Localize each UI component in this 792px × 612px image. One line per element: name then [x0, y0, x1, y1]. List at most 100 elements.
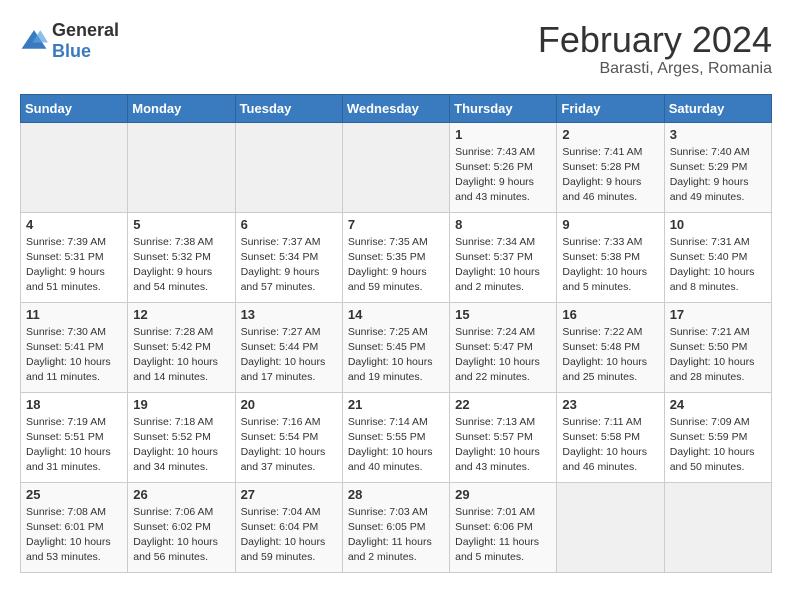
day-info: Sunrise: 7:40 AMSunset: 5:29 PMDaylight:… [670, 145, 766, 206]
calendar-cell [21, 122, 128, 212]
day-info: Sunrise: 7:37 AMSunset: 5:34 PMDaylight:… [241, 235, 337, 296]
weekday-header-saturday: Saturday [664, 94, 771, 122]
day-number: 7 [348, 217, 444, 232]
title-block: February 2024 Barasti, Arges, Romania [538, 20, 772, 78]
logo: General Blue [20, 20, 119, 62]
calendar-cell: 28 Sunrise: 7:03 AMSunset: 6:05 PMDayligh… [342, 482, 449, 572]
weekday-header-monday: Monday [128, 94, 235, 122]
day-info: Sunrise: 7:14 AMSunset: 5:55 PMDaylight:… [348, 415, 444, 476]
day-info: Sunrise: 7:08 AMSunset: 6:01 PMDaylight:… [26, 505, 122, 566]
weekday-header-friday: Friday [557, 94, 664, 122]
day-info: Sunrise: 7:27 AMSunset: 5:44 PMDaylight:… [241, 325, 337, 386]
day-number: 13 [241, 307, 337, 322]
day-info: Sunrise: 7:30 AMSunset: 5:41 PMDaylight:… [26, 325, 122, 386]
weekday-header-sunday: Sunday [21, 94, 128, 122]
day-number: 10 [670, 217, 766, 232]
day-info: Sunrise: 7:03 AMSunset: 6:05 PMDaylight:… [348, 505, 444, 566]
calendar-cell: 17 Sunrise: 7:21 AMSunset: 5:50 PMDayligh… [664, 302, 771, 392]
day-info: Sunrise: 7:16 AMSunset: 5:54 PMDaylight:… [241, 415, 337, 476]
calendar-cell [342, 122, 449, 212]
day-number: 5 [133, 217, 229, 232]
day-info: Sunrise: 7:01 AMSunset: 6:06 PMDaylight:… [455, 505, 551, 566]
weekday-header-tuesday: Tuesday [235, 94, 342, 122]
day-info: Sunrise: 7:19 AMSunset: 5:51 PMDaylight:… [26, 415, 122, 476]
day-number: 19 [133, 397, 229, 412]
day-info: Sunrise: 7:31 AMSunset: 5:40 PMDaylight:… [670, 235, 766, 296]
day-info: Sunrise: 7:18 AMSunset: 5:52 PMDaylight:… [133, 415, 229, 476]
day-number: 25 [26, 487, 122, 502]
day-info: Sunrise: 7:38 AMSunset: 5:32 PMDaylight:… [133, 235, 229, 296]
day-number: 2 [562, 127, 658, 142]
calendar-cell: 25 Sunrise: 7:08 AMSunset: 6:01 PMDayligh… [21, 482, 128, 572]
calendar-cell: 9 Sunrise: 7:33 AMSunset: 5:38 PMDaylight… [557, 212, 664, 302]
day-number: 21 [348, 397, 444, 412]
day-number: 12 [133, 307, 229, 322]
day-info: Sunrise: 7:28 AMSunset: 5:42 PMDaylight:… [133, 325, 229, 386]
calendar-table: SundayMondayTuesdayWednesdayThursdayFrid… [20, 94, 772, 573]
day-number: 27 [241, 487, 337, 502]
day-number: 22 [455, 397, 551, 412]
logo-text: General Blue [52, 20, 119, 62]
calendar-cell: 27 Sunrise: 7:04 AMSunset: 6:04 PMDayligh… [235, 482, 342, 572]
calendar-cell [557, 482, 664, 572]
calendar-cell: 22 Sunrise: 7:13 AMSunset: 5:57 PMDayligh… [450, 392, 557, 482]
day-info: Sunrise: 7:11 AMSunset: 5:58 PMDaylight:… [562, 415, 658, 476]
calendar-cell: 7 Sunrise: 7:35 AMSunset: 5:35 PMDaylight… [342, 212, 449, 302]
day-info: Sunrise: 7:43 AMSunset: 5:26 PMDaylight:… [455, 145, 551, 206]
day-number: 17 [670, 307, 766, 322]
calendar-cell: 26 Sunrise: 7:06 AMSunset: 6:02 PMDayligh… [128, 482, 235, 572]
calendar-cell: 2 Sunrise: 7:41 AMSunset: 5:28 PMDaylight… [557, 122, 664, 212]
day-info: Sunrise: 7:21 AMSunset: 5:50 PMDaylight:… [670, 325, 766, 386]
day-info: Sunrise: 7:35 AMSunset: 5:35 PMDaylight:… [348, 235, 444, 296]
day-number: 24 [670, 397, 766, 412]
calendar-cell: 14Sunrise: 7:25 AMSunset: 5:45 PMDayligh… [342, 302, 449, 392]
calendar-cell [235, 122, 342, 212]
day-number: 9 [562, 217, 658, 232]
page-header: General Blue February 2024 Barasti, Arge… [20, 20, 772, 78]
calendar-cell: 10 Sunrise: 7:31 AMSunset: 5:40 PMDayligh… [664, 212, 771, 302]
day-number: 15 [455, 307, 551, 322]
day-info: Sunrise: 7:13 AMSunset: 5:57 PMDaylight:… [455, 415, 551, 476]
calendar-cell: 18 Sunrise: 7:19 AMSunset: 5:51 PMDayligh… [21, 392, 128, 482]
day-number: 18 [26, 397, 122, 412]
calendar-cell: 8 Sunrise: 7:34 AMSunset: 5:37 PMDaylight… [450, 212, 557, 302]
day-number: 11 [26, 307, 122, 322]
weekday-header-thursday: Thursday [450, 94, 557, 122]
day-info: Sunrise: 7:09 AMSunset: 5:59 PMDaylight:… [670, 415, 766, 476]
calendar-cell: 29 Sunrise: 7:01 AMSunset: 6:06 PMDayligh… [450, 482, 557, 572]
day-number: 28 [348, 487, 444, 502]
day-info: Sunrise: 7:04 AMSunset: 6:04 PMDaylight:… [241, 505, 337, 566]
calendar-cell: 19 Sunrise: 7:18 AMSunset: 5:52 PMDayligh… [128, 392, 235, 482]
calendar-cell: 3Sunrise: 7:40 AMSunset: 5:29 PMDaylight… [664, 122, 771, 212]
calendar-cell: 5 Sunrise: 7:38 AMSunset: 5:32 PMDaylight… [128, 212, 235, 302]
calendar-cell: 21 Sunrise: 7:14 AMSunset: 5:55 PMDayligh… [342, 392, 449, 482]
calendar-cell [128, 122, 235, 212]
day-info: Sunrise: 7:34 AMSunset: 5:37 PMDaylight:… [455, 235, 551, 296]
calendar-cell: 12 Sunrise: 7:28 AMSunset: 5:42 PMDayligh… [128, 302, 235, 392]
calendar-cell: 6 Sunrise: 7:37 AMSunset: 5:34 PMDaylight… [235, 212, 342, 302]
day-number: 6 [241, 217, 337, 232]
day-number: 4 [26, 217, 122, 232]
location-subtitle: Barasti, Arges, Romania [538, 60, 772, 78]
day-number: 1 [455, 127, 551, 142]
day-info: Sunrise: 7:25 AMSunset: 5:45 PMDaylight:… [348, 325, 444, 386]
calendar-cell: 4Sunrise: 7:39 AMSunset: 5:31 PMDaylight… [21, 212, 128, 302]
weekday-header-wednesday: Wednesday [342, 94, 449, 122]
day-info: Sunrise: 7:24 AMSunset: 5:47 PMDaylight:… [455, 325, 551, 386]
day-number: 23 [562, 397, 658, 412]
day-number: 29 [455, 487, 551, 502]
calendar-cell: 1 Sunrise: 7:43 AMSunset: 5:26 PMDaylight… [450, 122, 557, 212]
calendar-cell: 23 Sunrise: 7:11 AMSunset: 5:58 PMDayligh… [557, 392, 664, 482]
calendar-cell: 13 Sunrise: 7:27 AMSunset: 5:44 PMDayligh… [235, 302, 342, 392]
calendar-cell: 20 Sunrise: 7:16 AMSunset: 5:54 PMDayligh… [235, 392, 342, 482]
calendar-cell: 15 Sunrise: 7:24 AMSunset: 5:47 PMDayligh… [450, 302, 557, 392]
calendar-cell [664, 482, 771, 572]
day-info: Sunrise: 7:33 AMSunset: 5:38 PMDaylight:… [562, 235, 658, 296]
day-number: 26 [133, 487, 229, 502]
day-number: 20 [241, 397, 337, 412]
calendar-cell: 24 Sunrise: 7:09 AMSunset: 5:59 PMDayligh… [664, 392, 771, 482]
day-info: Sunrise: 7:06 AMSunset: 6:02 PMDaylight:… [133, 505, 229, 566]
day-info: Sunrise: 7:41 AMSunset: 5:28 PMDaylight:… [562, 145, 658, 206]
month-year-title: February 2024 [538, 20, 772, 60]
day-number: 8 [455, 217, 551, 232]
